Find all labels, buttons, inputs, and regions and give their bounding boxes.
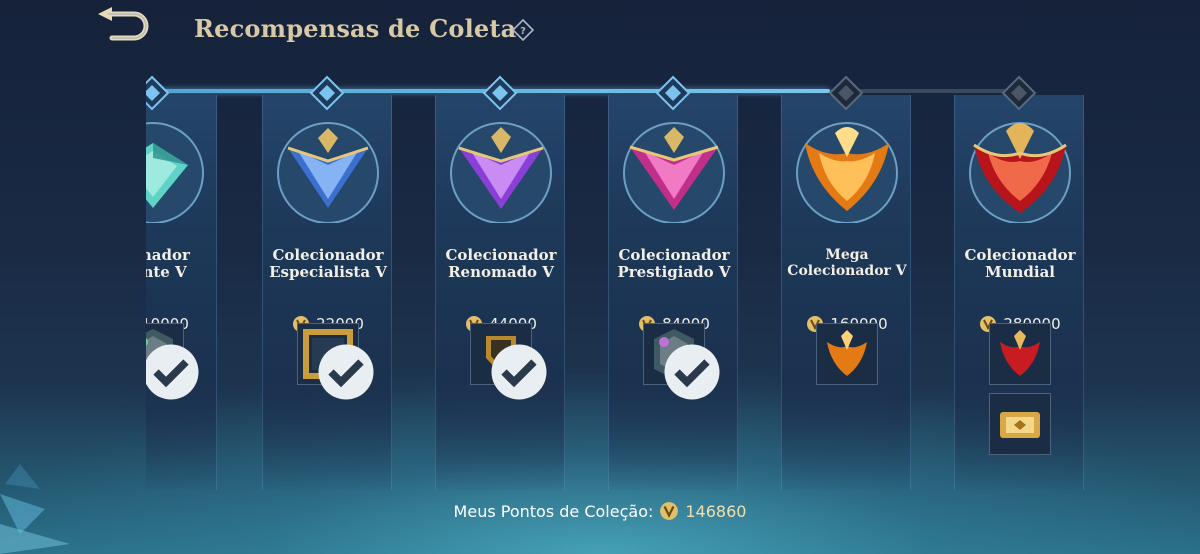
crimson-emblem-reward[interactable] — [989, 323, 1051, 385]
tier-name: Colecionador Mundial — [964, 246, 1076, 281]
tier-name: Colecionador Especialista V — [269, 246, 387, 281]
collection-coin-icon — [660, 502, 679, 520]
shield-badge-reward[interactable] — [470, 323, 547, 400]
gold-frame-reward[interactable] — [297, 323, 374, 400]
milestone-node-achieved — [655, 75, 691, 111]
tier-card[interactable]: ColecionadorRenomado V 44000 — [435, 95, 565, 490]
tier-card[interactable]: MegaColecionador V 160000 — [781, 95, 911, 490]
check-icon — [491, 344, 547, 400]
tier-card[interactable]: ColecionadorPrestigiado V 84000 — [608, 95, 738, 490]
collection-points-summary: Meus Pontos de Coleção: 146860 — [0, 501, 1200, 521]
tier-card[interactable]: cionadorriente V 10000 — [146, 95, 217, 490]
gem-frame-reward[interactable] — [643, 323, 720, 400]
tier-card[interactable]: ColecionadorEspecialista V 22000 — [262, 95, 392, 490]
tier-carousel[interactable]: cionadorriente V 10000 ColecionadorEspec… — [146, 70, 1200, 490]
gem-frame-reward[interactable] — [146, 323, 199, 400]
back-arrow-icon[interactable] — [92, 6, 154, 42]
tier-card[interactable]: ColecionadorMundial 280000 — [954, 95, 1084, 490]
collection-points-label: Meus Pontos de Coleção: — [453, 501, 654, 521]
tier-name: cionadorriente V — [146, 246, 190, 281]
milestone-node-achieved — [309, 75, 345, 111]
check-icon — [664, 344, 720, 400]
svg-text:?: ? — [520, 26, 526, 37]
page-title: Recompensas de Coleta — [194, 14, 517, 43]
gold-ticket-reward[interactable] — [989, 393, 1051, 455]
tier-name: Colecionador Renomado V — [445, 246, 557, 281]
purple-collector-emblem-icon — [450, 122, 552, 223]
question-diamond-icon[interactable]: ? — [512, 19, 534, 41]
milestone-node-locked — [828, 75, 864, 111]
check-icon — [318, 344, 374, 400]
phoenix-emblem-icon — [796, 122, 898, 223]
diamond-emblem-icon — [146, 122, 204, 223]
check-icon — [146, 344, 199, 400]
tier-name: Mega Colecionador V — [787, 247, 907, 279]
crimson-emblem-icon — [969, 122, 1071, 223]
crystal-shard-decoration — [0, 464, 70, 554]
collection-points-value: 146860 — [685, 501, 747, 521]
phoenix-emblem-reward[interactable] — [816, 323, 878, 385]
pink-collector-emblem-icon — [623, 122, 725, 223]
milestone-node-achieved — [146, 75, 170, 111]
tier-name: Colecionador Prestigiado V — [617, 246, 731, 281]
blue-collector-emblem-icon — [277, 122, 379, 223]
milestone-node-locked — [1001, 75, 1037, 111]
milestone-node-achieved — [482, 75, 518, 111]
